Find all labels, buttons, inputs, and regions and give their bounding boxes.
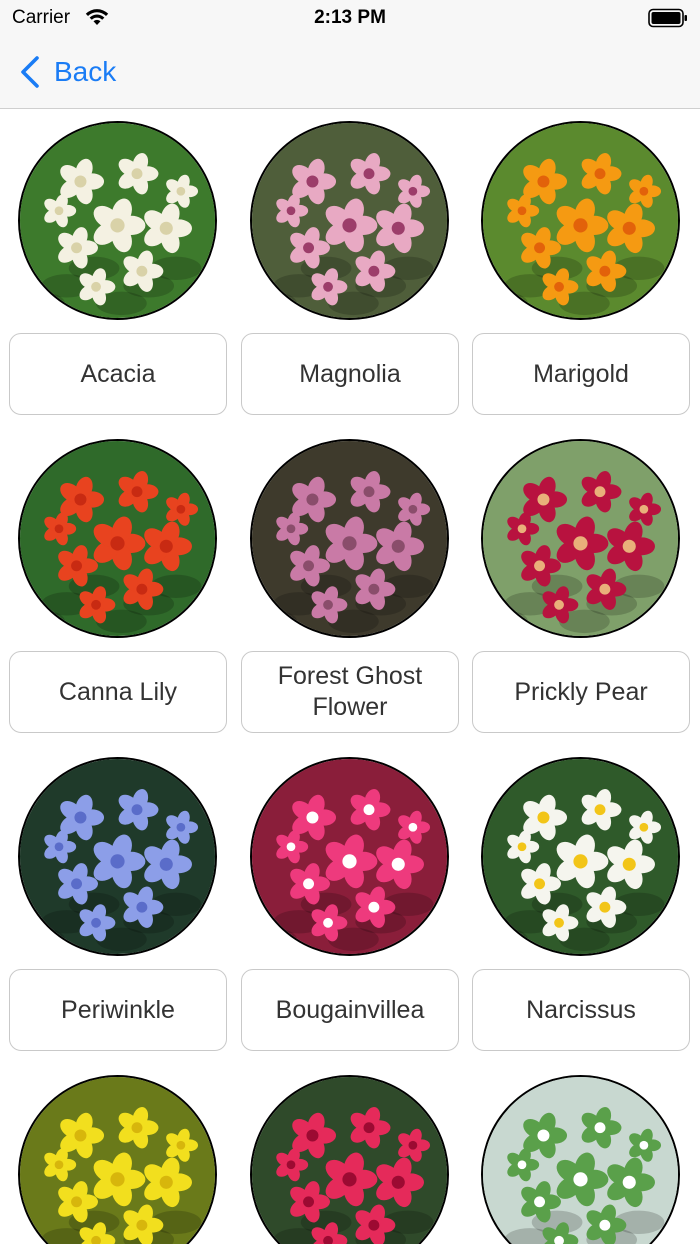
battery-icon: [648, 8, 687, 28]
back-label: Back: [54, 56, 117, 87]
flower-name-button[interactable]: Magnolia: [241, 333, 459, 415]
acacia-photo[interactable]: [18, 121, 217, 320]
hibiscus-photo[interactable]: [250, 1075, 449, 1244]
golden-shower-photo[interactable]: [18, 1075, 217, 1244]
canna-lily-photo[interactable]: [18, 439, 217, 638]
flower-name-button[interactable]: Periwinkle: [9, 969, 227, 1051]
marigold-photo[interactable]: [481, 121, 680, 320]
chevron-left-icon: [21, 56, 39, 88]
flower-name-button[interactable]: Marigold: [472, 333, 690, 415]
back-button[interactable]: Back: [18, 52, 116, 92]
bougainvillea-photo[interactable]: [250, 757, 449, 956]
flower-name-button[interactable]: Prickly Pear: [472, 651, 690, 733]
flower-name-button[interactable]: Forest Ghost Flower: [241, 651, 459, 733]
flower-name-button[interactable]: Acacia: [9, 333, 227, 415]
periwinkle-photo[interactable]: [18, 757, 217, 956]
flower-name-button[interactable]: Bougainvillea: [241, 969, 459, 1051]
flower-name-button[interactable]: Narcissus: [472, 969, 690, 1051]
navigation-bar: Back: [0, 36, 700, 109]
magnolia-photo[interactable]: [250, 121, 449, 320]
flower-grid: Acacia Magnolia Marigold Canna Lily Fore…: [0, 109, 700, 1244]
prickly-pear-photo[interactable]: [481, 439, 680, 638]
flower-name-button[interactable]: Canna Lily: [9, 651, 227, 733]
status-bar: Carrier 2:13 PM: [0, 0, 700, 36]
forest-ghost-flower-photo[interactable]: [250, 439, 449, 638]
clock: 2:13 PM: [314, 7, 386, 28]
narcissus-photo[interactable]: [481, 757, 680, 956]
aloe-vera-photo[interactable]: [481, 1075, 680, 1244]
